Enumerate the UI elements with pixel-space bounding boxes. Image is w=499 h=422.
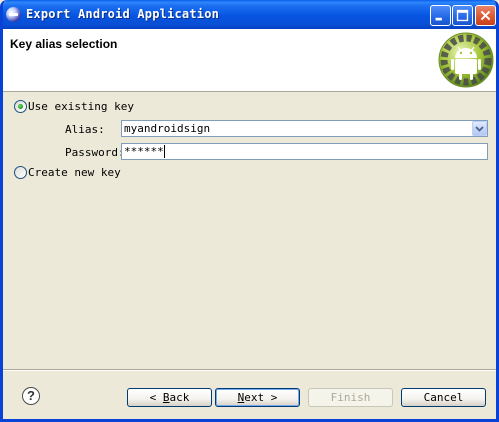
footer-separator [3, 369, 496, 371]
android-logo-icon [438, 32, 494, 88]
alias-combo[interactable]: myandroidsign [121, 120, 488, 137]
maximize-icon [456, 9, 469, 22]
page-title: Key alias selection [10, 37, 118, 51]
minimize-icon [435, 17, 442, 21]
use-existing-key-radio[interactable] [14, 100, 27, 113]
alias-dropdown-button[interactable] [472, 121, 487, 136]
create-new-key-label[interactable]: Create new key [28, 166, 121, 179]
export-android-dialog: Export Android Application Key alias sel… [0, 0, 499, 422]
use-existing-key-label[interactable]: Use existing key [28, 100, 134, 113]
wizard-header: Key alias selection [3, 29, 496, 92]
next-button[interactable]: Next > [215, 388, 300, 407]
cancel-button[interactable]: Cancel [401, 388, 486, 407]
password-field[interactable]: ****** [121, 143, 488, 160]
chevron-down-icon [475, 126, 484, 132]
create-new-key-radio[interactable] [14, 166, 27, 179]
text-cursor [164, 145, 165, 158]
help-icon: ? [27, 388, 35, 403]
alias-label: Alias: [65, 123, 105, 136]
alias-value: myandroidsign [124, 122, 211, 135]
close-button[interactable] [475, 5, 496, 26]
password-value: ****** [124, 145, 164, 158]
title-bar[interactable]: Export Android Application [3, 0, 496, 29]
eclipse-icon [6, 7, 21, 22]
window-title: Export Android Application [26, 7, 220, 21]
help-button[interactable]: ? [22, 387, 40, 405]
close-icon [480, 10, 491, 21]
maximize-button[interactable] [452, 5, 473, 26]
back-button[interactable]: < Back [127, 388, 212, 407]
minimize-button[interactable] [430, 5, 451, 26]
password-label: Password: [65, 146, 125, 159]
finish-button[interactable]: Finish [308, 388, 393, 407]
